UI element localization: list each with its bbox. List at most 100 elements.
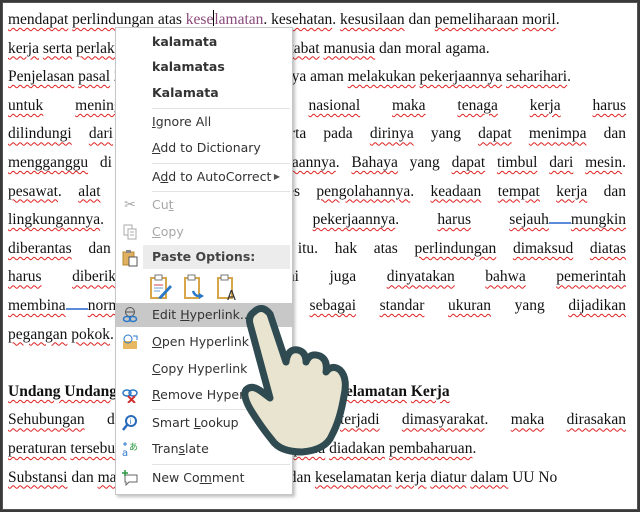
misspelled-word: kerja [529,96,561,114]
suggestion-label: Kalamata [152,85,219,100]
misspelled-word: dirasakan [566,411,627,429]
misspelled-word: diatur [430,468,467,486]
misspelled-word: keadaan [430,182,482,200]
misspelled-word: tersebut [70,440,120,457]
svg-text:i: i [130,418,132,426]
misspelled-word: dapat [451,154,486,171]
suggestion-label: kalamata [152,34,218,49]
misspelled-word: Bahaya [351,154,398,171]
suggestion-item[interactable]: kalamata [116,30,292,54]
suggestion-item[interactable]: kalamatas [116,55,292,79]
document-line[interactable]: mengganggu di dalam melakukan pekerjaann… [8,150,626,176]
misspelled-word: pekerjaannya [312,211,396,229]
misspelled-word: standar [379,297,425,314]
misspelled-word: menimpa [528,125,587,143]
misspelled-word: kerja [395,468,427,486]
add-to-dictionary-item[interactable]: Add to Dictionary [116,136,292,160]
misspelled-word: mungkin [570,211,627,229]
menu-separator [152,191,290,192]
menu-separator [152,464,290,465]
menu-separator [152,108,290,109]
translate-icon: aあ [122,441,138,459]
misspelled-word: mendapat [8,11,69,28]
misspelled-word: pasal [78,68,111,86]
remove-hyperlink-icon [122,387,138,404]
add-to-autocorrect-item[interactable]: Add to AutoCorrect ▶ [116,165,292,189]
misspelled-word: Kerja [410,382,450,400]
misspelled-word: bahwa [485,268,526,286]
misspelled-word: membina [8,297,66,314]
grammar-underline [65,296,88,310]
keep-text-only-icon[interactable]: A [216,273,240,304]
ignore-all-item[interactable]: Ignore All [116,110,292,134]
misspelled-word: diatas [589,239,627,257]
misspelled-word: keselamatan [314,468,392,486]
copy-icon [122,224,138,240]
misspelled-word: diberantas [8,239,72,257]
suggestion-item[interactable]: Kalamata [116,81,292,105]
misspelled-word: kerja [556,182,588,200]
grammar-underline [548,210,571,225]
merge-formatting-icon[interactable] [183,273,207,301]
misspelled-word: alat [78,182,101,200]
copy-item[interactable]: Copy [116,220,292,244]
document-line[interactable]: pegangan pokok. [8,322,114,348]
document-line[interactable]: dilindungi dari bahaya yang ada serta pa… [8,121,626,147]
misspelled-word: tenaga [457,96,498,114]
misspelled-word: pemerintah [556,268,627,286]
misspelled-word: pokok [71,325,111,343]
misspelled-word: pekerjaannya [419,68,503,86]
misspelled-word: lingkungannya [8,211,101,229]
paste-icon [122,249,138,267]
misspelled-word: dinyatakan [386,268,455,286]
edit-hyperlink-icon [122,307,138,323]
misspelled-word-hyperlink[interactable]: kese [186,11,214,28]
misspelled-word: ukuran [447,297,492,314]
misspelled-word: maka [391,96,426,114]
misspelled-word: peraturan [8,440,67,457]
misspelled-word: maka [510,411,545,429]
misspelled-word: mesin [585,154,623,171]
misspelled-word: dalam [470,468,509,486]
misspelled-word: perlindungan [72,11,154,28]
paste-options-label: Paste Options: [152,249,256,264]
misspelled-word: untuk [8,96,44,114]
misspelled-word: dari [88,125,113,143]
document-line[interactable]: lingkungannya. cara melakukan pekerjaann… [8,207,626,233]
scissors-icon: ✂ [124,197,136,213]
misspelled-word: kesusilaan [340,11,405,28]
document-line[interactable]: pesawat. alat kerja, bahan dan proses pe… [8,179,626,205]
new-comment-label: New Comment [152,470,245,485]
new-comment-item[interactable]: New Comment [116,466,292,490]
keep-source-formatting-icon[interactable] [149,273,173,301]
misspelled-word: pembaharuan [388,440,473,457]
smart-lookup-label: Smart Lookup [152,415,239,430]
document-line[interactable]: untuk meningkatkan produktivitas nasiona… [8,93,626,119]
document-line[interactable]: diberantas dan atau dikurangi sebab itu.… [8,236,626,262]
cut-label: Cut [152,197,174,212]
misspelled-word: Sehubungan [8,411,85,429]
misspelled-word: pengolahannya [316,182,411,200]
translate-label: Translate [152,441,209,456]
misspelled-word: timbul [496,154,538,171]
misspelled-word: dimasyarakat [401,411,485,429]
misspelled-word: harus [8,268,42,286]
smart-lookup-icon: i [122,415,138,431]
paste-options-row: Paste Options: [116,245,292,269]
misspelled-word: nasional [308,96,361,114]
misspelled-word: tempat [497,182,540,200]
misspelled-word: seharihari [506,68,568,86]
add-to-dictionary-label: Add to Dictionary [152,140,261,155]
misspelled-word: Substansi [8,468,68,486]
copy-label: Copy [152,224,184,239]
misspelled-word: dapat [478,125,512,143]
document-line[interactable]: harus diberikan dalam UU ini juga dinyat… [8,264,626,290]
misspelled-word: dilindungi [8,125,72,143]
misspelled-word-hyperlink[interactable]: lamatan [214,11,263,28]
misspelled-word: pemeliharaan [434,11,519,28]
svg-text:a: a [122,448,128,457]
misspelled-word: melakukan [347,68,416,86]
misspelled-word: perlindungan [414,239,497,257]
misspelled-word: pesawat [8,182,58,200]
cut-item[interactable]: ✂ Cut [116,193,292,217]
